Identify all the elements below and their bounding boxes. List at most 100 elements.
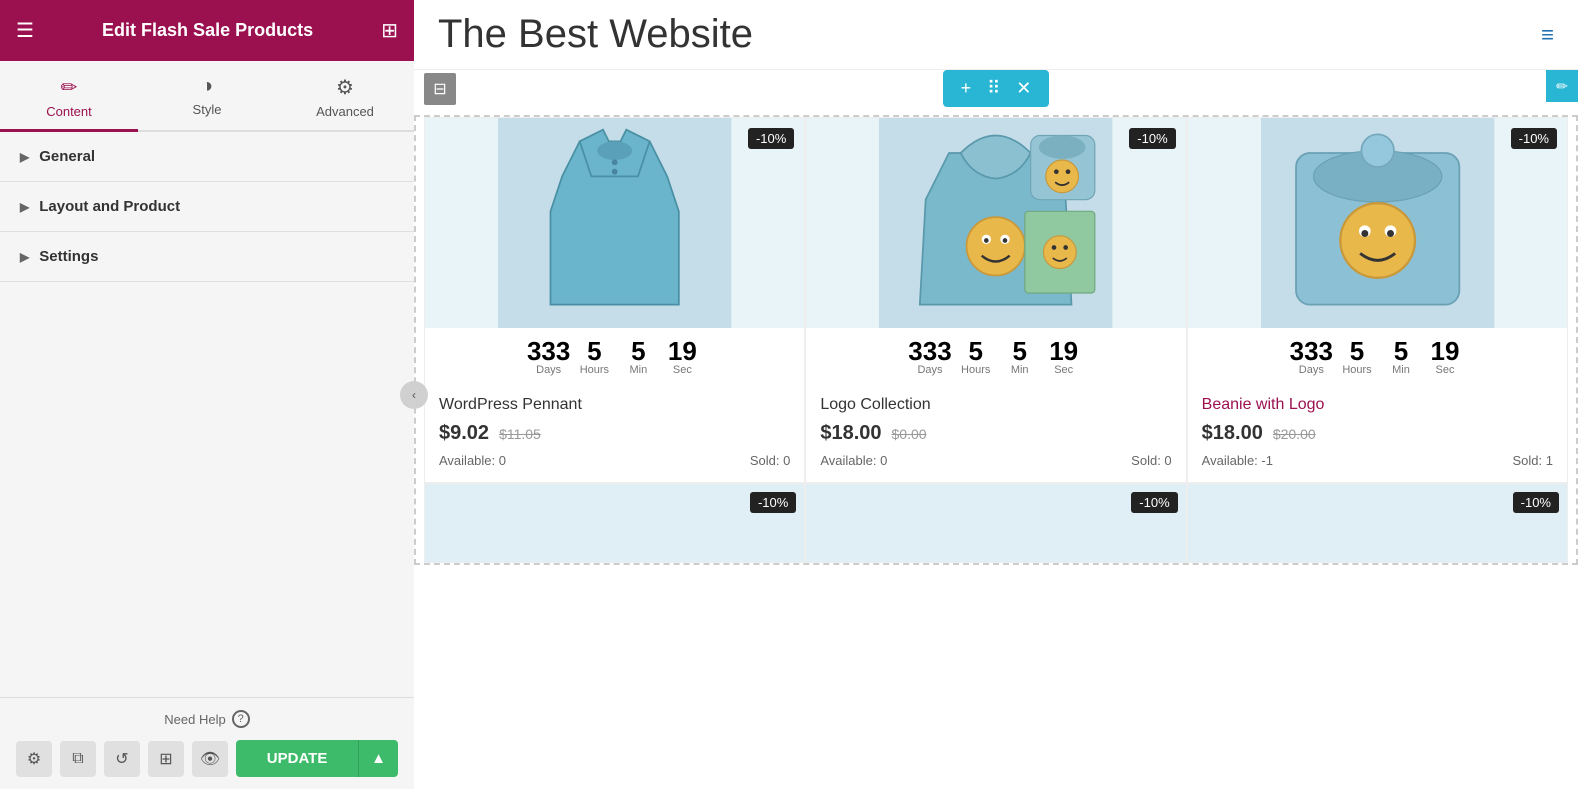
product-card: -10% 333 Days 5 Hours 5 Min 19 Sec — [424, 117, 805, 483]
top-menu-icon[interactable]: ≡ — [1541, 22, 1554, 48]
accordion-settings-label: Settings — [39, 248, 98, 265]
widget-move-button[interactable]: ⠿ — [983, 76, 1004, 101]
collapse-sidebar-button[interactable]: ‹ — [400, 381, 428, 409]
countdown-min-2: 5 Min — [1000, 338, 1040, 376]
main-content: The Best Website ≡ ⊟ + ⠿ ✕ ✏ — [414, 0, 1578, 789]
countdown-bar-1: 333 Days 5 Hours 5 Min 19 Sec — [425, 328, 804, 386]
countdown-min-3: 5 Min — [1381, 338, 1421, 376]
discount-badge-1: -10% — [748, 128, 794, 149]
layout-icon-btn[interactable]: ⊞ — [148, 741, 184, 777]
product-card-3: -10% 333 Days 5 Hours 5 Min 19 Sec — [1187, 117, 1568, 483]
price-row-3: $18.00 $20.00 — [1202, 422, 1553, 445]
product-info-1: WordPress Pennant $9.02 $11.05 Available… — [425, 386, 804, 482]
widget-toolbar: ⊟ + ⠿ ✕ ✏ — [414, 70, 1578, 107]
product-name-2: Logo Collection — [820, 396, 1171, 414]
countdown-days-2: 333 Days — [908, 338, 951, 376]
sold-1: Sold: 0 — [750, 453, 790, 468]
preview-icon-btn[interactable]: 👁 — [192, 741, 228, 777]
sold-2: Sold: 0 — [1131, 453, 1171, 468]
need-help[interactable]: Need Help ? — [16, 710, 398, 728]
sidebar-tabs: ✏ Content ◑ Style ⚙ Advanced — [0, 61, 414, 132]
grid-icon[interactable]: ⊞ — [381, 18, 398, 43]
available-3: Available: -1 — [1202, 453, 1273, 468]
tab-content-label: Content — [46, 104, 92, 119]
gear-icon: ⚙ — [336, 75, 354, 100]
sidebar-bottom: Need Help ? ⚙ ⧉ ↺ ⊞ 👁 UPDATE ▲ — [0, 697, 414, 789]
price-current-1: $9.02 — [439, 422, 489, 445]
sold-3: Sold: 1 — [1513, 453, 1553, 468]
countdown-days-1: 333 Days — [527, 338, 570, 376]
accordion-general-label: General — [39, 148, 95, 165]
discount-badge-6: -10% — [1513, 492, 1559, 513]
arrow-icon: ▶ — [20, 150, 29, 164]
accordion-layout-label: Layout and Product — [39, 198, 180, 215]
product-card-partial-2: -10% — [805, 483, 1186, 563]
sidebar: ☰ Edit Flash Sale Products ⊞ ✏ Content ◑… — [0, 0, 414, 789]
update-group: UPDATE ▲ — [236, 740, 398, 777]
history-icon-btn[interactable]: ↺ — [104, 741, 140, 777]
tab-style[interactable]: ◑ Style — [138, 61, 276, 132]
update-arrow-button[interactable]: ▲ — [358, 740, 398, 777]
update-button[interactable]: UPDATE — [236, 740, 358, 777]
product-name-3: Beanie with Logo — [1202, 396, 1553, 414]
product-image-wrap-2: -10% — [806, 118, 1185, 328]
sidebar-header: ☰ Edit Flash Sale Products ⊞ — [0, 0, 414, 61]
help-icon: ? — [232, 710, 250, 728]
pencil-icon: ✏ — [61, 75, 78, 100]
widget-close-button[interactable]: ✕ — [1012, 76, 1035, 101]
available-1: Available: 0 — [439, 453, 506, 468]
discount-badge-2: -10% — [1129, 128, 1175, 149]
countdown-bar-3: 333 Days 5 Hours 5 Min 19 Sec — [1188, 328, 1567, 386]
discount-badge-5: -10% — [1131, 492, 1177, 513]
accordion-general: ▶ General — [0, 132, 414, 182]
stock-row-3: Available: -1 Sold: 1 — [1202, 453, 1553, 468]
price-original-3: $20.00 — [1273, 426, 1316, 442]
product-image-wrap-3: -10% — [1188, 118, 1567, 328]
bottom-actions: ⚙ ⧉ ↺ ⊞ 👁 UPDATE ▲ — [16, 740, 398, 777]
price-current-3: $18.00 — [1202, 422, 1263, 445]
available-2: Available: 0 — [820, 453, 887, 468]
price-current-2: $18.00 — [820, 422, 881, 445]
tab-content[interactable]: ✏ Content — [0, 61, 138, 132]
product-info-3: Beanie with Logo $18.00 $20.00 Available… — [1188, 386, 1567, 482]
arrow-icon-layout: ▶ — [20, 200, 29, 214]
tab-advanced-label: Advanced — [316, 104, 374, 119]
stock-row-1: Available: 0 Sold: 0 — [439, 453, 790, 468]
discount-badge-4: -10% — [750, 492, 796, 513]
price-original-2: $0.00 — [892, 426, 927, 442]
product-card-2: -10% 333 Days 5 Hours 5 Min 19 Sec — [805, 117, 1186, 483]
sidebar-title: Edit Flash Sale Products — [102, 20, 313, 41]
section-toggle-btn[interactable]: ⊟ — [424, 73, 456, 105]
style-icon: ◑ — [201, 75, 213, 98]
discount-badge-3: -10% — [1511, 128, 1557, 149]
arrow-icon-settings: ▶ — [20, 250, 29, 264]
product-grid: -10% 333 Days 5 Hours 5 Min 19 Sec — [414, 115, 1578, 565]
layers-icon-btn[interactable]: ⧉ — [60, 741, 96, 777]
tab-style-label: Style — [193, 102, 222, 117]
accordion-settings: ▶ Settings — [0, 232, 414, 282]
price-row-1: $9.02 $11.05 — [439, 422, 790, 445]
stock-row-2: Available: 0 Sold: 0 — [820, 453, 1171, 468]
product-image-wrap-1: -10% — [425, 118, 804, 328]
countdown-hours-3: 5 Hours — [1337, 338, 1377, 376]
countdown-sec-1: 19 Sec — [662, 338, 702, 376]
price-row-2: $18.00 $0.00 — [820, 422, 1171, 445]
tab-advanced[interactable]: ⚙ Advanced — [276, 61, 414, 132]
countdown-sec-2: 19 Sec — [1044, 338, 1084, 376]
need-help-label: Need Help — [164, 712, 225, 727]
edit-pencil-button[interactable]: ✏ — [1546, 70, 1578, 102]
price-original-1: $11.05 — [499, 426, 541, 442]
countdown-days-3: 333 Days — [1290, 338, 1333, 376]
countdown-bar-2: 333 Days 5 Hours 5 Min 19 Sec — [806, 328, 1185, 386]
accordion-layout: ▶ Layout and Product — [0, 182, 414, 232]
countdown-sec-3: 19 Sec — [1425, 338, 1465, 376]
product-info-2: Logo Collection $18.00 $0.00 Available: … — [806, 386, 1185, 482]
settings-icon-btn[interactable]: ⚙ — [16, 741, 52, 777]
widget-add-button[interactable]: + — [957, 76, 976, 101]
product-name-1: WordPress Pennant — [439, 396, 790, 414]
countdown-hours-2: 5 Hours — [956, 338, 996, 376]
site-title: The Best Website — [438, 12, 753, 57]
product-card-partial-3: -10% — [1187, 483, 1568, 563]
hamburger-icon[interactable]: ☰ — [16, 18, 34, 43]
top-bar: The Best Website ≡ — [414, 0, 1578, 70]
